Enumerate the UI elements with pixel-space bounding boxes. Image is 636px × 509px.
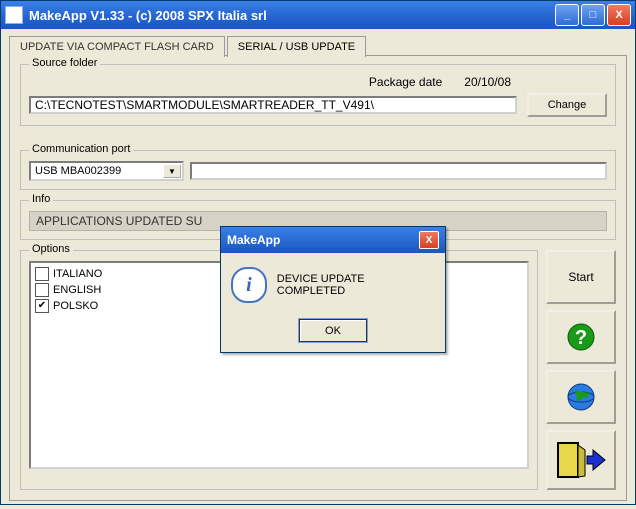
option-label: ENGLISH [53,284,101,296]
minimize-button[interactable]: _ [555,4,579,26]
dialog-ok-button[interactable]: OK [299,319,367,342]
communication-port-aux [190,162,607,180]
help-icon: ? [566,322,596,352]
globe-button[interactable] [546,370,616,424]
close-button[interactable]: X [607,4,631,26]
option-label: ITALIANO [53,268,102,280]
exit-button[interactable] [546,430,616,490]
communication-port-value: USB MBA002399 [35,165,121,177]
dialog-titlebar: MakeApp X [221,227,445,253]
package-date-value: 20/10/08 [464,75,511,89]
package-date-label: Package date [369,75,442,89]
option-label: POLSKO [53,300,98,312]
exit-icon [555,440,607,480]
source-folder-group: Source folder Package date 20/10/08 C:\T… [20,64,616,126]
source-folder-path: C:\TECNOTEST\SMARTMODULE\SMARTREADER_TT_… [29,96,517,114]
info-label: Info [29,193,53,205]
options-label: Options [29,243,73,255]
svg-text:?: ? [575,327,587,349]
start-button[interactable]: Start [546,250,616,304]
option-checkbox[interactable]: ✔ [35,299,49,313]
tab-compact-flash[interactable]: UPDATE VIA COMPACT FLASH CARD [9,36,225,57]
message-dialog: MakeApp X i DEVICE UPDATE COMPLETED OK [220,226,446,353]
option-checkbox[interactable] [35,283,49,297]
titlebar: MakeApp V1.33 - (c) 2008 SPX Italia srl … [1,1,635,29]
help-button[interactable]: ? [546,310,616,364]
app-icon [5,6,23,24]
chevron-down-icon[interactable]: ▼ [163,164,181,178]
communication-port-group: Communication port USB MBA002399 ▼ [20,150,616,190]
dialog-close-button[interactable]: X [419,231,439,249]
communication-port-label: Communication port [29,143,133,155]
tab-serial-usb[interactable]: SERIAL / USB UPDATE [227,36,366,57]
globe-icon [566,382,596,412]
window-title: MakeApp V1.33 - (c) 2008 SPX Italia srl [29,8,267,23]
dialog-title: MakeApp [227,233,280,247]
dialog-message: DEVICE UPDATE COMPLETED [277,273,435,297]
tab-strip: UPDATE VIA COMPACT FLASH CARD SERIAL / U… [9,35,627,56]
maximize-button[interactable]: □ [581,4,605,26]
change-button[interactable]: Change [527,93,607,117]
source-folder-label: Source folder [29,57,100,69]
app-window: MakeApp V1.33 - (c) 2008 SPX Italia srl … [0,0,636,505]
info-icon: i [231,267,267,303]
communication-port-select[interactable]: USB MBA002399 ▼ [29,161,184,181]
option-checkbox[interactable] [35,267,49,281]
action-sidebar: Start ? [546,250,616,490]
